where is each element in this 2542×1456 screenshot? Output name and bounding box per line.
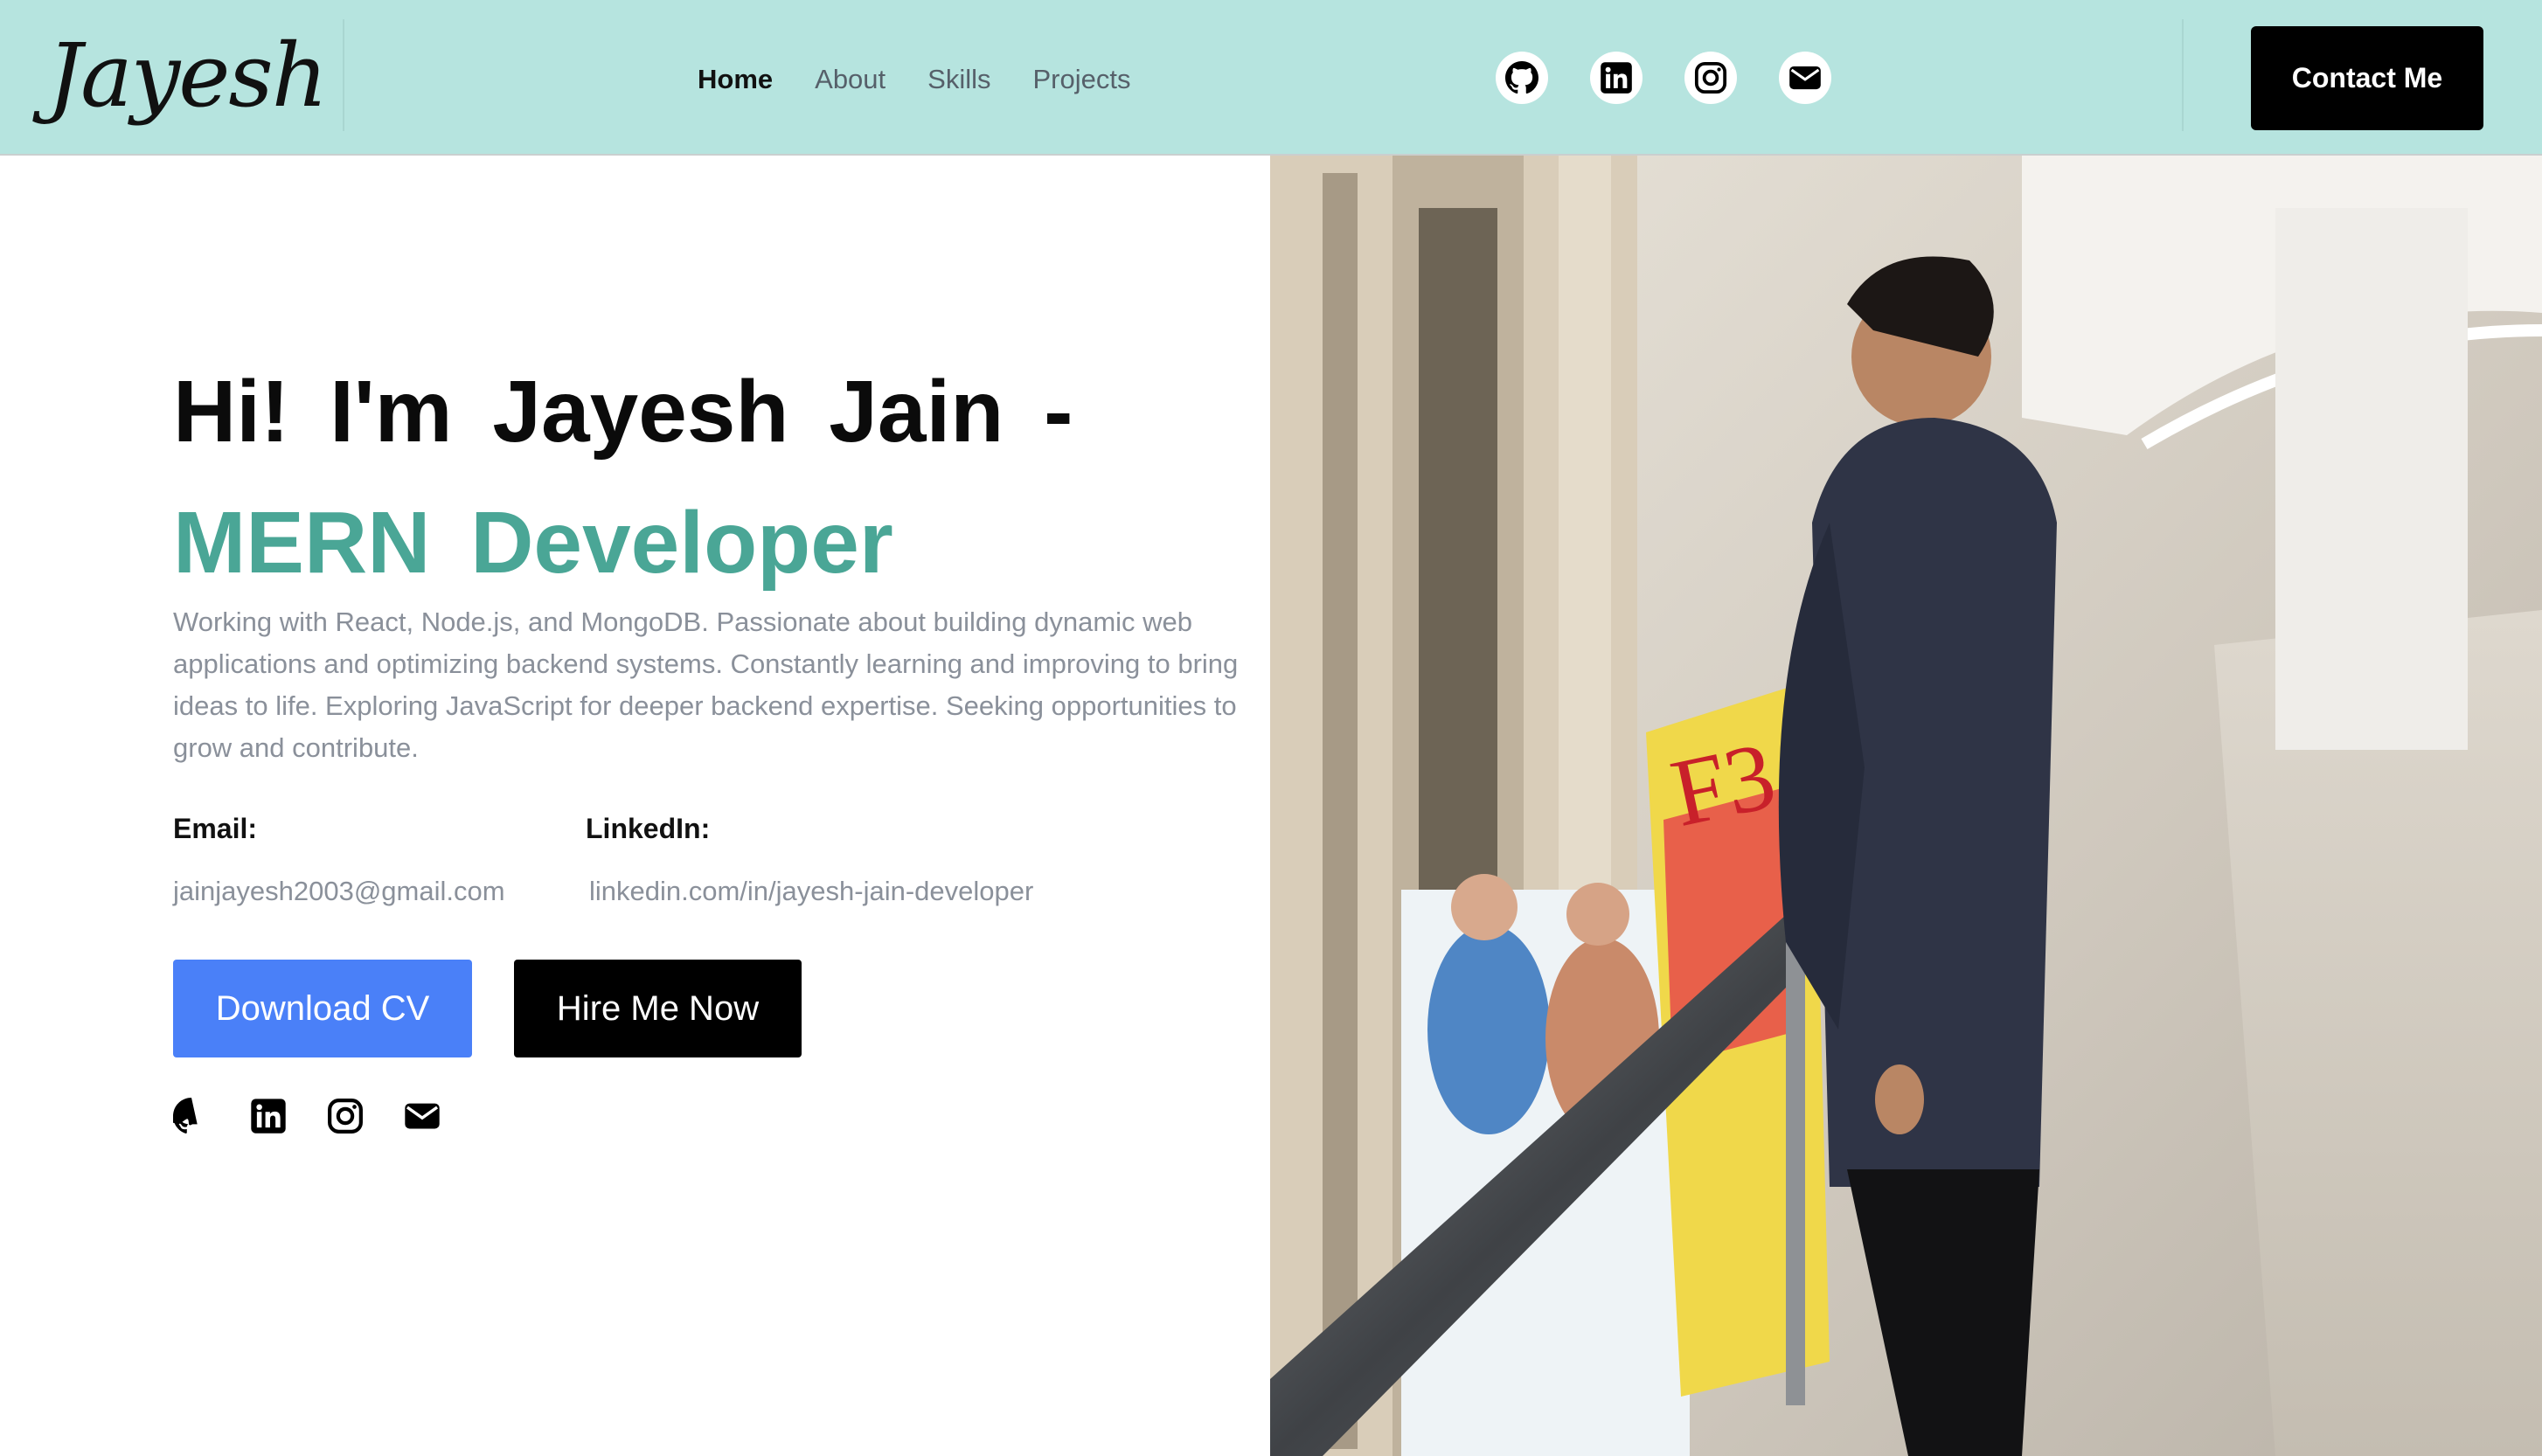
email-label: Email: <box>173 813 258 844</box>
mail-icon[interactable] <box>404 1098 441 1134</box>
contact-me-button[interactable]: Contact Me <box>2251 26 2483 130</box>
hero-social-icons <box>170 1098 441 1134</box>
mail-icon[interactable] <box>1779 52 1831 104</box>
hero-section: Hi! I'm Jayesh Jain - MERN Developer Wor… <box>0 156 1270 1456</box>
nav-links: Home About Skills Projects <box>698 58 1130 101</box>
nav-link-home[interactable]: Home <box>698 58 773 101</box>
hero-description: Working with React, Node.js, and MongoDB… <box>173 607 1239 763</box>
hero-title: Hi! I'm Jayesh Jain - MERN Developer <box>173 346 1257 608</box>
instagram-icon[interactable] <box>327 1098 364 1134</box>
banner-sign-text: F3 <box>1663 721 1784 846</box>
instagram-icon[interactable] <box>1684 52 1737 104</box>
profile-photo: F3 <box>1270 156 2542 1456</box>
navbar: Jayesh Home About Skills Projects Contac… <box>0 0 2542 156</box>
nav-link-skills[interactable]: Skills <box>927 58 990 101</box>
nav-divider <box>2182 19 2184 131</box>
logo-divider <box>343 19 344 131</box>
logo[interactable]: Jayesh <box>47 19 328 133</box>
email-value[interactable]: jainjayesh2003@gmail.com <box>173 876 505 907</box>
nav-link-projects[interactable]: Projects <box>1033 58 1131 101</box>
linkedin-icon[interactable] <box>1590 52 1643 104</box>
download-cv-button[interactable]: Download CV <box>173 960 472 1057</box>
github-icon[interactable] <box>1496 52 1548 104</box>
hero-role: MERN Developer <box>173 494 893 592</box>
hire-me-button[interactable]: Hire Me Now <box>514 960 802 1057</box>
linkedin-value[interactable]: linkedin.com/in/jayesh-jain-developer <box>589 876 1033 907</box>
nav-link-about[interactable]: About <box>815 58 886 101</box>
github-icon[interactable] <box>170 1098 210 1134</box>
hero-greeting: Hi! I'm Jayesh Jain - <box>173 363 1073 461</box>
linkedin-icon[interactable] <box>250 1098 287 1134</box>
nav-social-icons <box>1496 52 1831 104</box>
linkedin-label: LinkedIn: <box>586 813 711 844</box>
